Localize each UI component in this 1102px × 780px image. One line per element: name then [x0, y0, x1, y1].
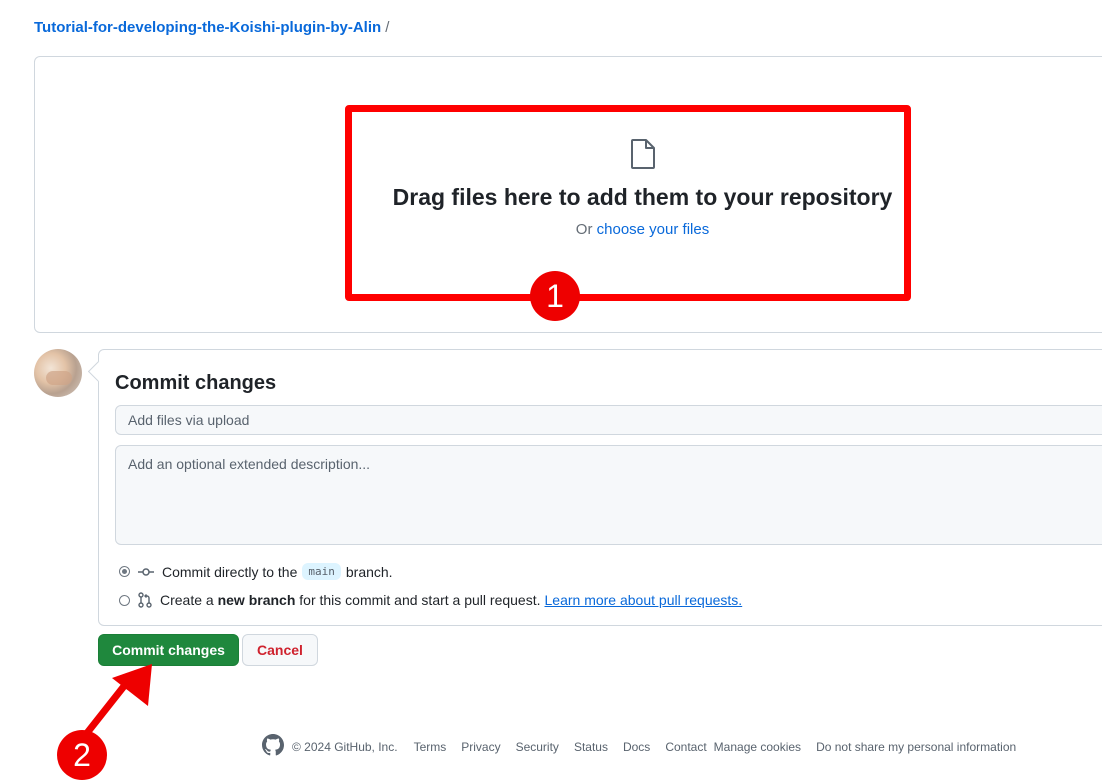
branch-name-badge: main — [302, 563, 341, 580]
commit-panel: Commit changes Commit directly to the ma… — [98, 349, 1102, 626]
option-new-bold: new branch — [217, 592, 296, 608]
option-direct-text: Commit directly to the — [162, 563, 298, 580]
footer-link-do-not-share[interactable]: Do not share my personal information — [816, 740, 1016, 754]
footer-link-manage-cookies[interactable]: Manage cookies — [714, 740, 801, 754]
option-direct-suffix: branch. — [345, 563, 393, 580]
dropzone-title: Drag files here to add them to your repo… — [392, 184, 893, 210]
footer-link-privacy[interactable]: Privacy — [461, 740, 500, 754]
breadcrumb-separator: / — [385, 19, 390, 36]
annotation-step-1: 1 — [530, 271, 580, 321]
dropzone-content: Drag files here to add them to your repo… — [35, 139, 1102, 238]
annotation-step-2: 2 — [57, 730, 107, 780]
choose-files-link[interactable]: choose your files — [597, 221, 710, 238]
github-mark-icon[interactable] — [262, 734, 284, 759]
footer-copyright: © 2024 GitHub, Inc. — [292, 739, 398, 754]
commit-message-input[interactable] — [115, 405, 1102, 435]
git-commit-icon — [138, 566, 154, 578]
repo-link[interactable]: Tutorial-for-developing-the-Koishi-plugi… — [34, 19, 381, 36]
footer-link-docs[interactable]: Docs — [623, 740, 650, 754]
option-commit-direct[interactable]: Commit directly to the main branch. — [119, 563, 393, 580]
avatar[interactable] — [34, 349, 82, 397]
footer: © 2024 GitHub, Inc. Terms Privacy Securi… — [262, 734, 1031, 759]
footer-link-terms[interactable]: Terms — [414, 740, 447, 754]
option-new-suffix: for this commit and start a pull request… — [299, 592, 541, 608]
footer-link-status[interactable]: Status — [574, 740, 608, 754]
radio-commit-direct[interactable] — [119, 566, 130, 577]
breadcrumb: Tutorial-for-developing-the-Koishi-plugi… — [34, 19, 389, 36]
footer-link-security[interactable]: Security — [516, 740, 559, 754]
cancel-button[interactable]: Cancel — [242, 634, 318, 666]
dropzone-prefix: Or — [575, 221, 593, 238]
option-new-branch[interactable]: Create a new branch for this commit and … — [119, 592, 742, 608]
git-pull-request-icon — [138, 592, 152, 608]
learn-more-link[interactable]: Learn more about pull requests. — [545, 592, 743, 608]
commit-description-input[interactable] — [115, 445, 1102, 545]
dropzone-subtitle: Or choose your files — [35, 221, 1102, 238]
option-new-text: Create a — [160, 592, 214, 608]
radio-new-branch[interactable] — [119, 594, 130, 606]
commit-title: Commit changes — [115, 372, 277, 394]
file-icon — [629, 139, 657, 174]
footer-link-contact[interactable]: Contact — [665, 740, 706, 754]
